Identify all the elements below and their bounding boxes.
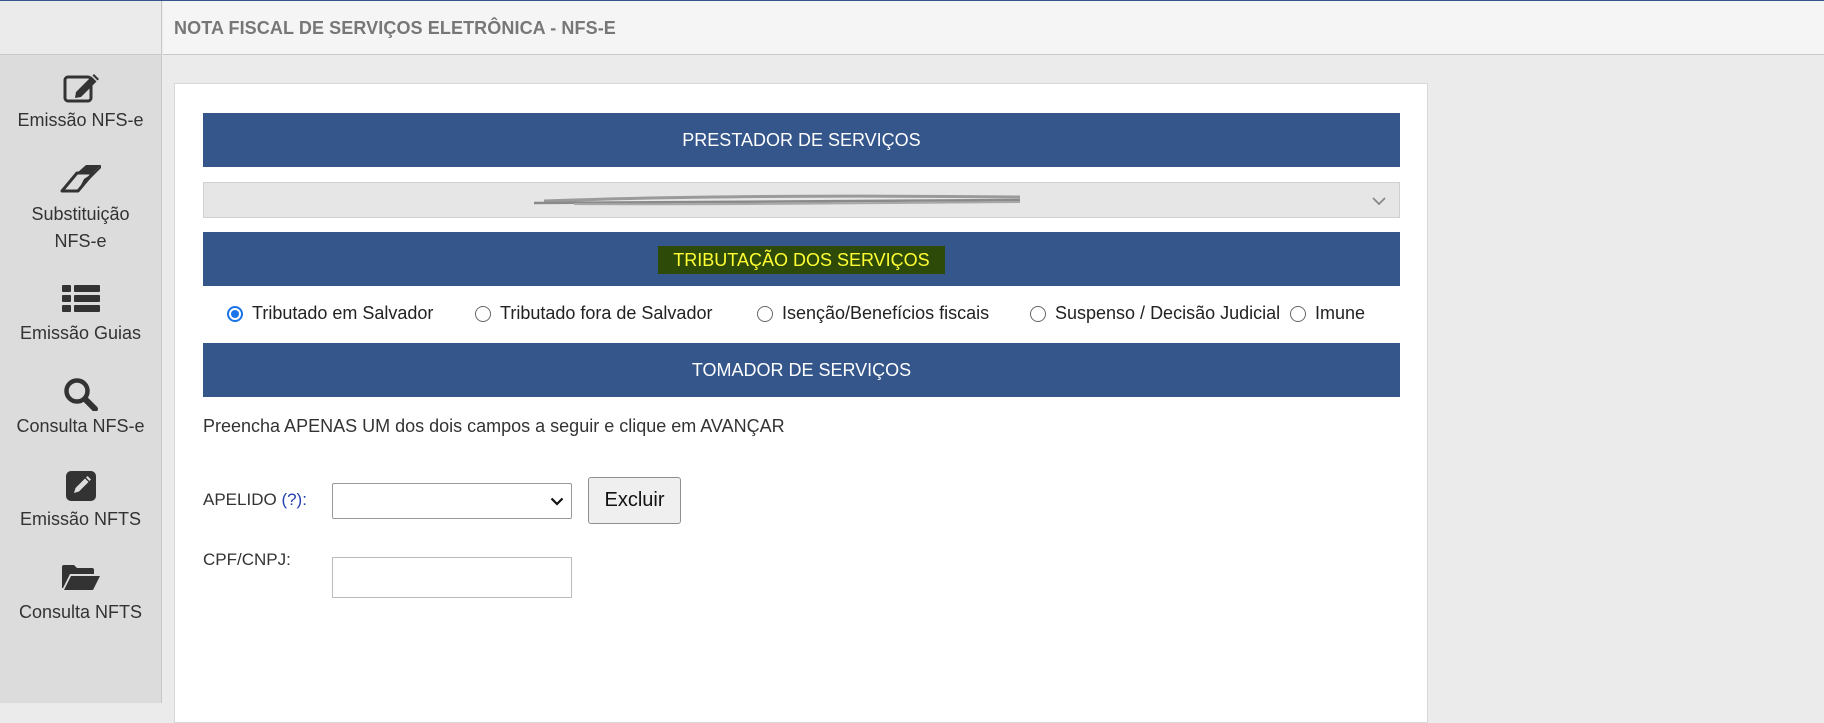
radio-button[interactable] [1290,306,1306,322]
sidebar-item-consulta-nfts[interactable]: Consulta NFTS [0,563,161,626]
redacted-value-scribble [534,194,1021,206]
page-title: NOTA FISCAL DE SERVIÇOS ELETRÔNICA - NFS… [174,18,616,38]
radio-suspenso-decisao[interactable]: Suspenso / Decisão Judicial [1030,303,1280,324]
radio-label: Suspenso / Decisão Judicial [1055,303,1281,323]
cpf-cnpj-input[interactable] [332,557,572,598]
edit-icon [0,71,161,107]
radio-tributado-salvador[interactable]: Tributado em Salvador [227,303,433,324]
radio-label: Imune [1315,303,1366,323]
form-panel: PRESTADOR DE SERVIÇOS TRIBUTAÇÃO DOS SER… [174,83,1428,723]
sidebar-header [0,1,161,55]
sidebar-item-consulta-nfse[interactable]: Consulta NFS-e [0,377,161,440]
radio-imune[interactable]: Imune [1290,303,1365,324]
radio-tributado-fora-salvador[interactable]: Tributado fora de Salvador [475,303,712,324]
tomador-heading-bar: TOMADOR DE SERVIÇOS [203,343,1400,397]
list-icon [0,284,161,320]
instruction-text: Preencha APENAS UM dos dois campos a seg… [203,416,785,436]
sidebar-item-label: Emissão Guias [19,323,142,343]
radio-isencao-beneficios[interactable]: Isenção/Benefícios fiscais [757,303,989,324]
search-icon [0,377,161,413]
radio-button[interactable] [757,306,773,322]
folder-open-icon [0,563,161,599]
eraser-icon [0,165,161,201]
radio-label: Tributado em Salvador [252,303,434,323]
pencil-square-icon [0,470,161,506]
chevron-down-icon [1372,197,1386,206]
sidebar-item-label-2: NFS-e [54,231,107,251]
sidebar-item-label: Consulta NFTS [18,602,143,622]
radio-button[interactable] [1030,306,1046,322]
apelido-select[interactable] [332,483,572,519]
apelido-label: APELIDO (?): [203,490,307,510]
page-header: NOTA FISCAL DE SERVIÇOS ELETRÔNICA - NFS… [163,1,1824,55]
sidebar-item-emissao-nfts[interactable]: Emissão NFTS [0,470,161,533]
sidebar-item-emissao-guias[interactable]: Emissão Guias [0,284,161,347]
radio-button[interactable] [475,306,491,322]
chevron-down-icon [550,497,564,506]
tributacao-heading: TRIBUTAÇÃO DOS SERVIÇOS [658,246,945,275]
tributacao-heading-bar: TRIBUTAÇÃO DOS SERVIÇOS [203,232,1400,286]
excluir-button[interactable]: Excluir [588,477,681,524]
prestador-heading-bar: PRESTADOR DE SERVIÇOS [203,113,1400,167]
sidebar: Emissão NFS-e Substituição NFS-e Emissão… [0,1,162,703]
sidebar-item-label: Substituição [31,204,130,224]
apelido-help-link[interactable]: (?): [281,490,307,509]
sidebar-item-emissao-nfse[interactable]: Emissão NFS-e [0,71,161,134]
apelido-label-text: APELIDO [203,490,277,509]
cpf-cnpj-label: CPF/CNPJ: [203,550,291,569]
prestador-select[interactable] [203,182,1400,218]
radio-button-checked[interactable] [227,306,243,322]
sidebar-item-label: Emissão NFS-e [17,110,144,130]
sidebar-item-substituicao-nfse[interactable]: Substituição NFS-e [0,165,161,255]
tomador-heading: TOMADOR DE SERVIÇOS [691,360,912,380]
sidebar-item-label: Emissão NFTS [19,509,142,529]
sidebar-item-label: Consulta NFS-e [16,416,145,436]
radio-label: Tributado fora de Salvador [500,303,713,323]
radio-label: Isenção/Benefícios fiscais [782,303,990,323]
prestador-heading: PRESTADOR DE SERVIÇOS [682,130,921,150]
